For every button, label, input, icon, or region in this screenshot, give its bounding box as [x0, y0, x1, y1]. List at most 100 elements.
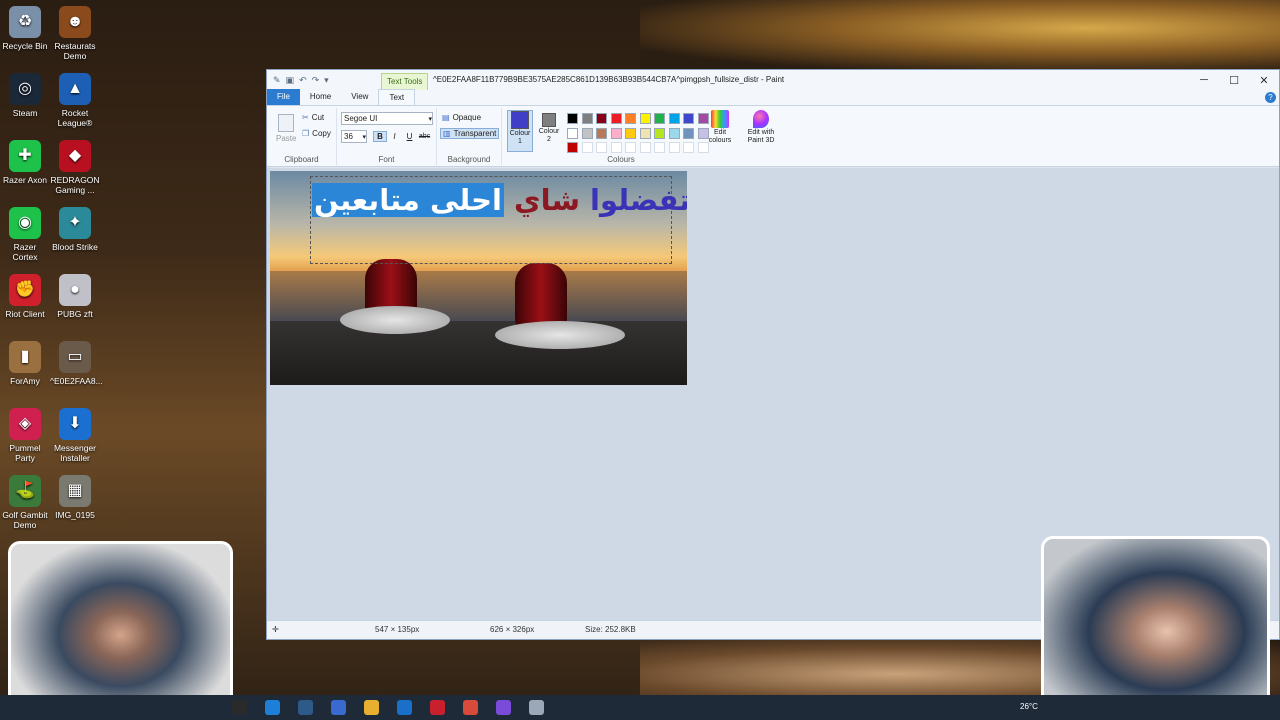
palette-swatch[interactable] — [639, 113, 651, 124]
palette-swatch[interactable] — [683, 113, 694, 124]
palette-swatch[interactable] — [581, 127, 593, 139]
palette-swatch[interactable] — [683, 127, 694, 139]
desktop-icon[interactable]: ▭ ^E0E2FAA8... — [50, 341, 103, 386]
webcam-left — [8, 541, 233, 712]
cut-button[interactable]: ✂ Cut — [302, 113, 324, 122]
desktop-icon[interactable]: ☻ Restaurats Demo — [50, 6, 100, 61]
desktop-icon-label: Messenger Installer — [53, 443, 97, 463]
desktop-icon[interactable]: ◉ Razer Cortex — [0, 207, 50, 262]
app-icon: ● — [59, 274, 91, 306]
desktop-icon[interactable]: ⬇ Messenger Installer — [50, 408, 100, 463]
palette-swatch[interactable] — [610, 127, 622, 139]
desktop-icon[interactable]: ▦ IMG_0195 — [50, 475, 100, 520]
palette-swatch[interactable] — [581, 113, 593, 124]
colour1-swatch — [511, 111, 529, 129]
tab-text[interactable]: Text — [378, 89, 416, 105]
palette-swatch[interactable] — [654, 127, 665, 139]
save-icon[interactable]: ▣ — [286, 75, 295, 86]
taskbar-app-icon[interactable] — [430, 700, 445, 715]
palette-swatch[interactable] — [654, 113, 665, 124]
weather-temperature[interactable]: 26°C — [1020, 702, 1038, 711]
maximize-button[interactable]: ☐ — [1219, 70, 1249, 90]
minimize-button[interactable]: ─ — [1189, 70, 1219, 90]
palette-swatch-empty[interactable] — [581, 142, 593, 153]
palette-swatch[interactable] — [639, 127, 651, 139]
undo-icon[interactable]: ↶ — [299, 75, 307, 86]
taskbar-app-icon[interactable] — [397, 700, 412, 715]
desktop-icon-label: ForAmy — [10, 376, 40, 386]
desktop-icon[interactable]: ✦ Blood Strike — [50, 207, 100, 252]
palette-swatch[interactable] — [610, 113, 622, 124]
desktop-icon-label: Steam — [12, 108, 38, 118]
strikethrough-button[interactable]: abc — [417, 133, 432, 140]
font-size-select[interactable]: 36 ▾ — [341, 130, 367, 143]
taskbar-app-icon[interactable] — [265, 700, 280, 715]
customize-qat-icon[interactable]: ▾ — [324, 75, 329, 86]
desktop-icon[interactable]: ✊ Riot Client — [0, 274, 50, 319]
tab-file[interactable]: File — [267, 89, 300, 105]
palette-swatch[interactable] — [596, 113, 607, 124]
desktop-icon-label: Golf Gambit Demo — [2, 510, 48, 530]
taskbar-app-icon[interactable] — [298, 700, 313, 715]
italic-button[interactable]: I — [387, 132, 402, 141]
taskbar-app-icon[interactable] — [463, 700, 478, 715]
palette-swatch-empty[interactable] — [683, 142, 694, 153]
bold-button[interactable]: B — [373, 131, 387, 142]
colour1-button[interactable]: Colour 1 — [507, 110, 533, 152]
chevron-down-icon: ▾ — [362, 133, 366, 141]
desktop-icon-label: PUBG zft — [57, 309, 93, 319]
desktop-icon[interactable]: ✚ Razer Axon — [0, 140, 50, 185]
background-label: Background — [447, 155, 491, 164]
font-family-select[interactable]: Segoe UI ▾ — [341, 112, 433, 125]
chevron-down-icon: ▾ — [428, 115, 432, 123]
edit-with-paint3d-button[interactable]: Edit with Paint 3D — [741, 110, 781, 145]
palette-swatch-empty[interactable] — [596, 142, 607, 153]
desktop-icon[interactable]: ▲ Rocket League® — [50, 73, 100, 128]
desktop-icon[interactable]: ● PUBG zft — [50, 274, 100, 319]
opaque-button[interactable]: ▤ Opaque — [442, 113, 481, 122]
palette-swatch[interactable] — [596, 127, 607, 139]
canvas-image[interactable]: اتفضلوا شاي احلى متابعين — [270, 171, 687, 385]
canvas-text[interactable]: اتفضلوا شاي احلى متابعين — [312, 181, 687, 219]
underline-button[interactable]: U — [402, 132, 417, 141]
desktop-icon[interactable]: ▮ ForAmy — [0, 341, 50, 386]
tab-view[interactable]: View — [341, 89, 378, 105]
palette-swatch[interactable] — [625, 113, 636, 124]
palette-swatch[interactable] — [625, 127, 636, 139]
app-icon: ◎ — [9, 73, 41, 105]
palette-swatch[interactable] — [567, 142, 578, 153]
taskbar-app-icon[interactable] — [496, 700, 511, 715]
paint-app-icon: ✎ — [273, 74, 281, 85]
desktop-icon[interactable]: ◈ Pummel Party — [0, 408, 50, 463]
tab-home[interactable]: Home — [300, 89, 341, 105]
clipboard-group: Paste ✂ Cut ❐ Copy Clipboard — [267, 108, 337, 165]
palette-swatch-empty[interactable] — [639, 142, 651, 153]
redo-icon[interactable]: ↷ — [312, 75, 320, 86]
palette-swatch-empty[interactable] — [668, 142, 680, 153]
palette-swatch-empty[interactable] — [654, 142, 665, 153]
palette-swatch[interactable] — [668, 113, 680, 124]
taskbar-app-icon[interactable] — [331, 700, 346, 715]
desktop-icon[interactable]: ♻ Recycle Bin — [0, 6, 50, 51]
copy-button[interactable]: ❐ Copy — [302, 129, 331, 138]
palette-swatch-empty[interactable] — [625, 142, 636, 153]
transparent-button[interactable]: ▥ Transparent — [440, 128, 500, 139]
taskbar-app-icon[interactable] — [232, 700, 247, 715]
taskbar-app-icon[interactable] — [529, 700, 544, 715]
close-button[interactable]: ✕ — [1249, 70, 1279, 90]
palette-swatch-empty[interactable] — [610, 142, 622, 153]
desktop-icon[interactable]: ⛳ Golf Gambit Demo — [0, 475, 50, 530]
help-icon[interactable]: ? — [1265, 92, 1276, 103]
colour2-button[interactable]: Colour 2 — [536, 110, 562, 152]
app-icon: ◈ — [9, 408, 41, 440]
desktop-icon[interactable]: ◎ Steam — [0, 73, 50, 118]
edit-colours-button[interactable]: Edit colours — [705, 110, 735, 145]
canvas-text-word2: شاي — [514, 183, 580, 217]
desktop-icon[interactable]: ◆ REDRAGON Gaming ... — [50, 140, 100, 195]
palette-swatch[interactable] — [567, 113, 578, 124]
palette-swatch[interactable] — [567, 127, 578, 139]
taskbar-app-icon[interactable] — [364, 700, 379, 715]
paste-button[interactable]: Paste — [276, 114, 296, 143]
palette-swatch[interactable] — [668, 127, 680, 139]
app-icon: ▭ — [59, 341, 91, 373]
